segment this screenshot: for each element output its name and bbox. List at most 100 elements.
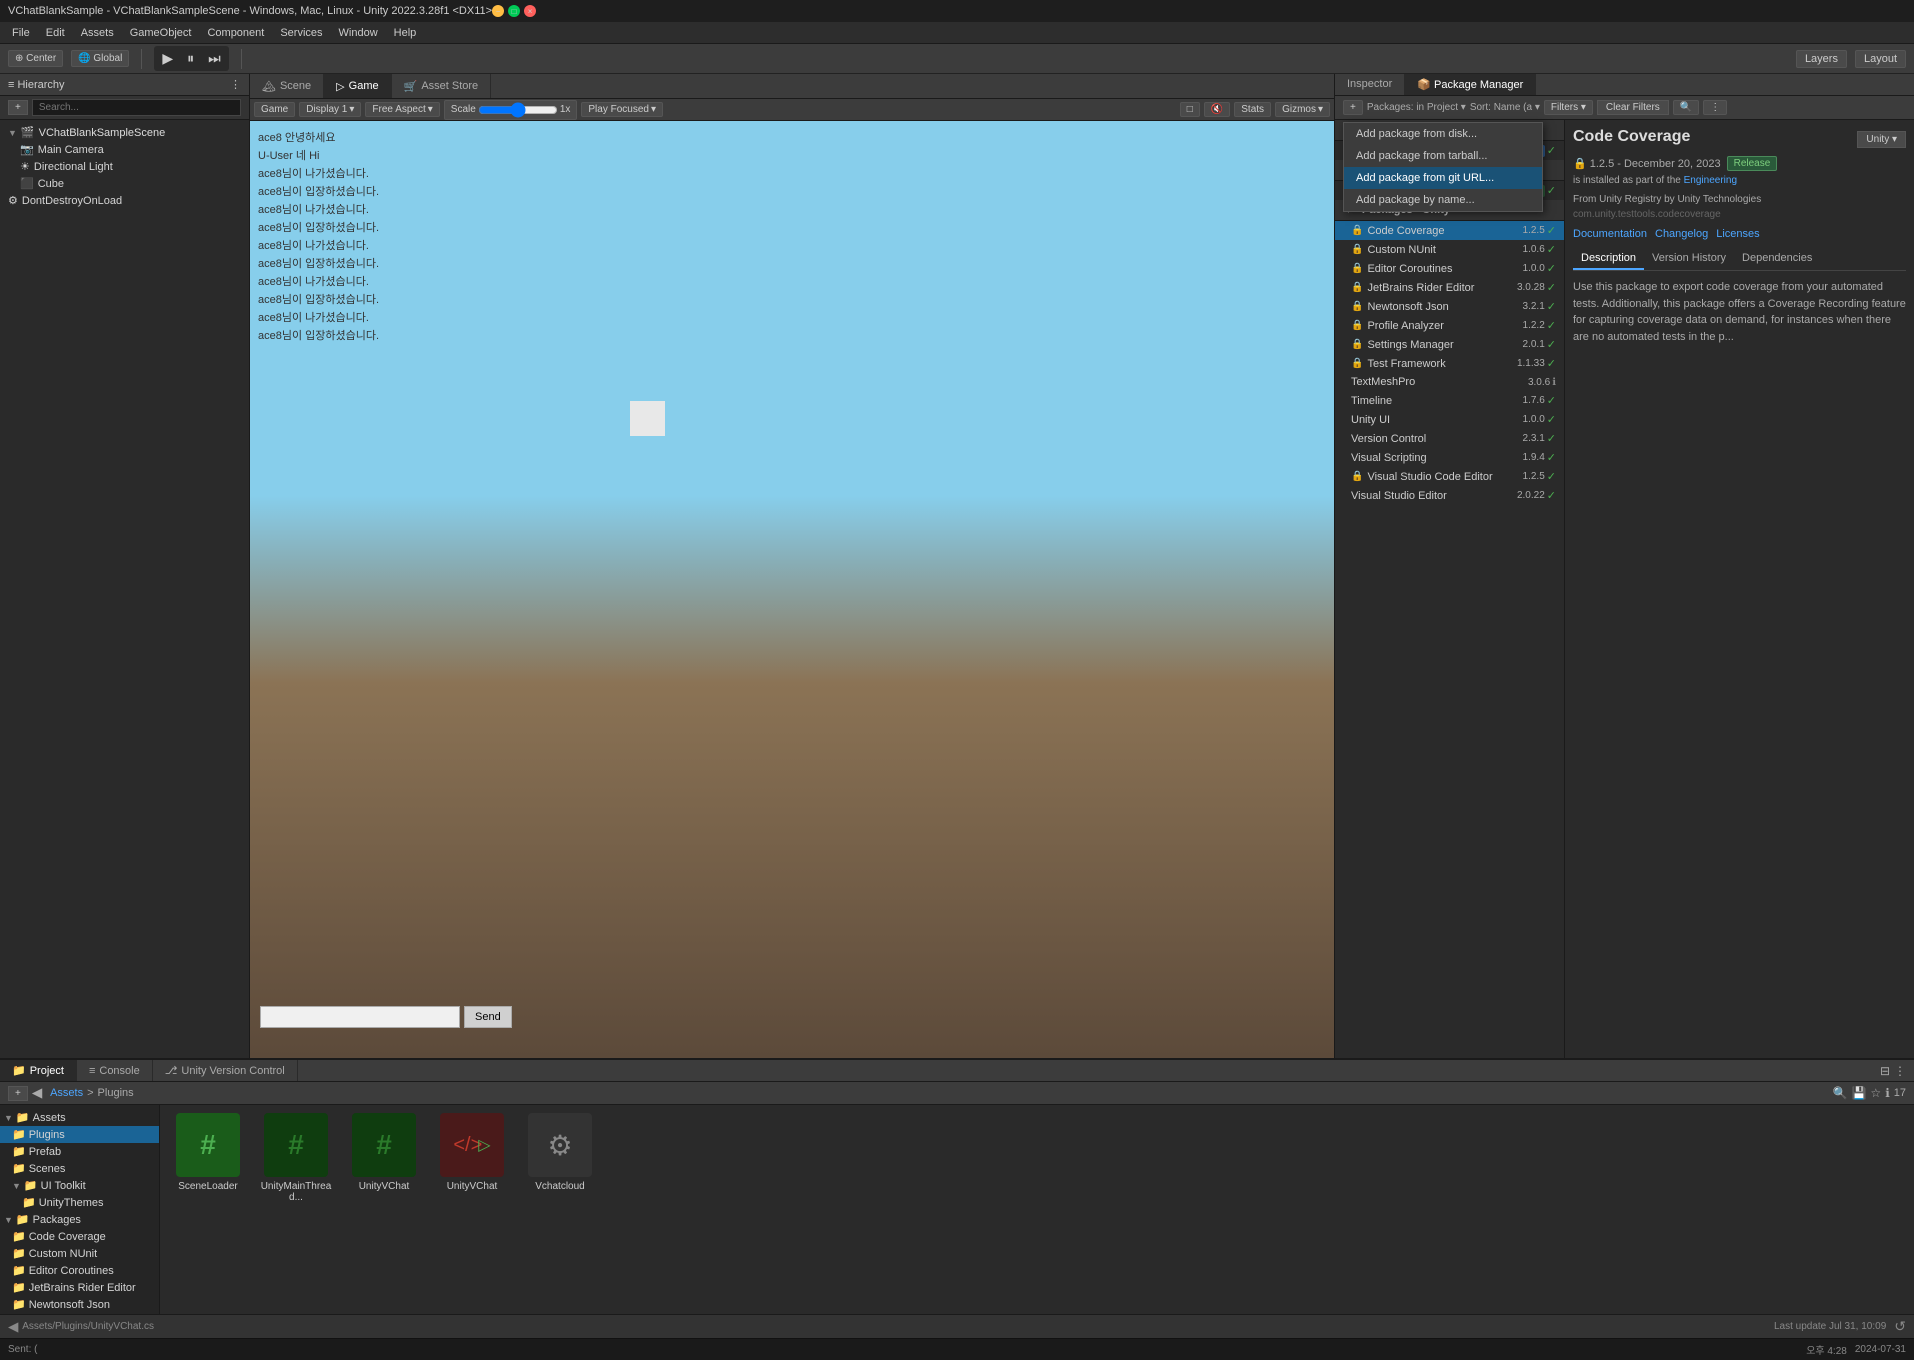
minimize-button[interactable]: − — [492, 5, 504, 17]
dropdown-add-from-disk[interactable]: Add package from disk... — [1344, 123, 1542, 145]
asset-item-unityvchatasmdef[interactable]: </> ▷ UnityVChat — [432, 1113, 512, 1203]
filters-button[interactable]: Filters ▾ — [1544, 100, 1593, 115]
gizmos-btn[interactable]: Gizmos ▾ — [1275, 102, 1330, 117]
breadcrumb-assets[interactable]: Assets — [50, 1087, 83, 1099]
folder-jetbrains[interactable]: 📁 JetBrains Rider Editor — [0, 1279, 159, 1296]
folder-editor-coroutines[interactable]: 📁 Editor Coroutines — [0, 1262, 159, 1279]
asset-item-unityvchathash[interactable]: # UnityVChat — [344, 1113, 424, 1203]
play-button[interactable]: ▶ — [156, 48, 179, 69]
stats-btn[interactable]: Stats — [1234, 102, 1271, 117]
game-display-btn[interactable]: Game — [254, 102, 295, 117]
global-btn[interactable]: 🌐 Global — [71, 50, 129, 67]
engineering-link[interactable]: Engineering — [1684, 175, 1737, 186]
pkg-item-custom-nunit[interactable]: 🔒 Custom NUnit 1.0.6 ✓ — [1335, 240, 1564, 259]
inspector-tab[interactable]: Inspector — [1335, 74, 1405, 95]
layout-button[interactable]: Layout — [1855, 50, 1906, 68]
project-add-button[interactable]: + — [8, 1086, 28, 1101]
package-manager-tab[interactable]: 📦 Package Manager — [1405, 74, 1536, 95]
folder-unity-themes[interactable]: 📁 UnityThemes — [0, 1194, 159, 1211]
version-history-tab[interactable]: Version History — [1644, 248, 1734, 270]
maximize-on-play-btn[interactable]: □ — [1180, 102, 1200, 117]
folder-scenes[interactable]: 📁 Scenes — [0, 1160, 159, 1177]
hierarchy-item-cube[interactable]: ⬛ Cube — [0, 175, 249, 192]
pkg-item-editor-coroutines[interactable]: 🔒 Editor Coroutines 1.0.0 ✓ — [1335, 259, 1564, 278]
menu-file[interactable]: File — [4, 25, 38, 41]
folder-newtonsoft[interactable]: 📁 Newtonsoft Json — [0, 1296, 159, 1313]
folder-assets[interactable]: ▼ 📁 Assets — [0, 1109, 159, 1126]
hierarchy-search[interactable] — [32, 99, 241, 116]
pkg-item-vscode-editor[interactable]: 🔒 Visual Studio Code Editor 1.2.5 ✓ — [1335, 467, 1564, 486]
folder-custom-nunit[interactable]: 📁 Custom NUnit — [0, 1245, 159, 1262]
collapse-panel-button[interactable]: ⊟ — [1880, 1064, 1890, 1078]
pkg-item-vs-editor[interactable]: Visual Studio Editor 2.0.22 ✓ — [1335, 486, 1564, 505]
asset-store-tab[interactable]: 🛒 Asset Store — [392, 74, 492, 98]
asset-footer-collapse[interactable]: ◀ — [8, 1319, 18, 1335]
scale-slider[interactable] — [478, 102, 558, 118]
asset-item-vchatcloud[interactable]: ⚙ Vchatcloud — [520, 1113, 600, 1203]
hierarchy-options[interactable]: ⋮ — [230, 78, 241, 91]
add-package-button[interactable]: + — [1343, 100, 1363, 115]
layers-button[interactable]: Layers — [1796, 50, 1847, 68]
search-button[interactable]: 🔍 — [1833, 1086, 1848, 1100]
star-button[interactable]: ☆ — [1870, 1086, 1881, 1100]
dropdown-add-from-tarball[interactable]: Add package from tarball... — [1344, 145, 1542, 167]
clear-filters-button[interactable]: Clear Filters — [1597, 100, 1669, 115]
version-control-tab[interactable]: ⎇ Unity Version Control — [153, 1060, 298, 1081]
unity-button[interactable]: Unity ▾ — [1857, 131, 1906, 148]
aspect-selector[interactable]: Free Aspect ▾ — [365, 102, 439, 117]
project-back-button[interactable]: ◀ — [32, 1085, 42, 1101]
pkg-item-textmeshpro[interactable]: TextMeshPro 3.0.6 ℹ — [1335, 373, 1564, 391]
menu-edit[interactable]: Edit — [38, 25, 73, 41]
menu-help[interactable]: Help — [386, 25, 425, 41]
hierarchy-item-scene[interactable]: ▼ 🎬 VChatBlankSampleScene — [0, 124, 249, 141]
folder-plugins[interactable]: 📁 Plugins — [0, 1126, 159, 1143]
send-button[interactable]: Send — [464, 1006, 512, 1028]
mute-audio-btn[interactable]: 🔇 — [1204, 102, 1230, 117]
play-focused-btn[interactable]: Play Focused ▾ — [581, 102, 663, 117]
hierarchy-add-button[interactable]: + — [8, 100, 28, 115]
close-button[interactable]: × — [524, 5, 536, 17]
game-tab[interactable]: ▷ Game — [324, 74, 391, 98]
pkg-item-timeline[interactable]: Timeline 1.7.6 ✓ — [1335, 391, 1564, 410]
info-button[interactable]: ℹ — [1885, 1086, 1890, 1100]
scene-tab[interactable]: 🏔 Scene — [250, 74, 324, 98]
menu-services[interactable]: Services — [272, 25, 330, 41]
asset-item-sceneloader[interactable]: # SceneLoader — [168, 1113, 248, 1203]
step-button[interactable]: ⏭ — [202, 48, 227, 69]
folder-packages[interactable]: ▼ 📁 Packages — [0, 1211, 159, 1228]
menu-window[interactable]: Window — [331, 25, 386, 41]
pkg-item-profile-analyzer[interactable]: 🔒 Profile Analyzer 1.2.2 ✓ — [1335, 316, 1564, 335]
hierarchy-item-main-camera[interactable]: 📷 Main Camera — [0, 141, 249, 158]
console-tab[interactable]: ≡ Console — [77, 1060, 153, 1081]
save-layout-button[interactable]: 💾 — [1851, 1086, 1866, 1100]
more-options-button[interactable]: ⋮ — [1894, 1064, 1906, 1078]
hierarchy-item-directional-light[interactable]: ☀ Directional Light — [0, 158, 249, 175]
pivot-btn[interactable]: ⊕ Center — [8, 50, 63, 67]
dropdown-add-from-git[interactable]: Add package from git URL... — [1344, 167, 1542, 189]
folder-ui-toolkit[interactable]: ▼ 📁 UI Toolkit — [0, 1177, 159, 1194]
licenses-link[interactable]: Licenses — [1716, 228, 1759, 240]
menu-assets[interactable]: Assets — [73, 25, 122, 41]
documentation-link[interactable]: Documentation — [1573, 228, 1647, 240]
hierarchy-item-dontdestroy[interactable]: ⚙ DontDestroyOnLoad — [0, 192, 249, 209]
pkg-item-visual-scripting[interactable]: Visual Scripting 1.9.4 ✓ — [1335, 448, 1564, 467]
changelog-link[interactable]: Changelog — [1655, 228, 1708, 240]
pkg-item-jetbrains[interactable]: 🔒 JetBrains Rider Editor 3.0.28 ✓ — [1335, 278, 1564, 297]
asset-item-unitymainthread[interactable]: # UnityMainThread... — [256, 1113, 336, 1203]
dropdown-add-by-name[interactable]: Add package by name... — [1344, 189, 1542, 211]
menu-component[interactable]: Component — [199, 25, 272, 41]
pkg-more-options[interactable]: ⋮ — [1703, 100, 1727, 115]
pause-button[interactable]: ⏸ — [181, 48, 200, 69]
dependencies-tab[interactable]: Dependencies — [1734, 248, 1820, 270]
pkg-item-newtonsoft[interactable]: 🔒 Newtonsoft Json 3.2.1 ✓ — [1335, 297, 1564, 316]
folder-prefab[interactable]: 📁 Prefab — [0, 1143, 159, 1160]
menu-gameobject[interactable]: GameObject — [122, 25, 200, 41]
chat-input-field[interactable] — [260, 1006, 460, 1028]
pkg-item-unity-ui[interactable]: Unity UI 1.0.0 ✓ — [1335, 410, 1564, 429]
folder-code-coverage[interactable]: 📁 Code Coverage — [0, 1228, 159, 1245]
project-tab[interactable]: 📁 Project — [0, 1060, 77, 1081]
display-selector[interactable]: Display 1 ▾ — [299, 102, 361, 117]
refresh-button[interactable]: ↺ — [1894, 1318, 1906, 1335]
pkg-item-code-coverage[interactable]: 🔒 Code Coverage 1.2.5 ✓ — [1335, 221, 1564, 240]
pkg-item-version-control[interactable]: Version Control 2.3.1 ✓ — [1335, 429, 1564, 448]
